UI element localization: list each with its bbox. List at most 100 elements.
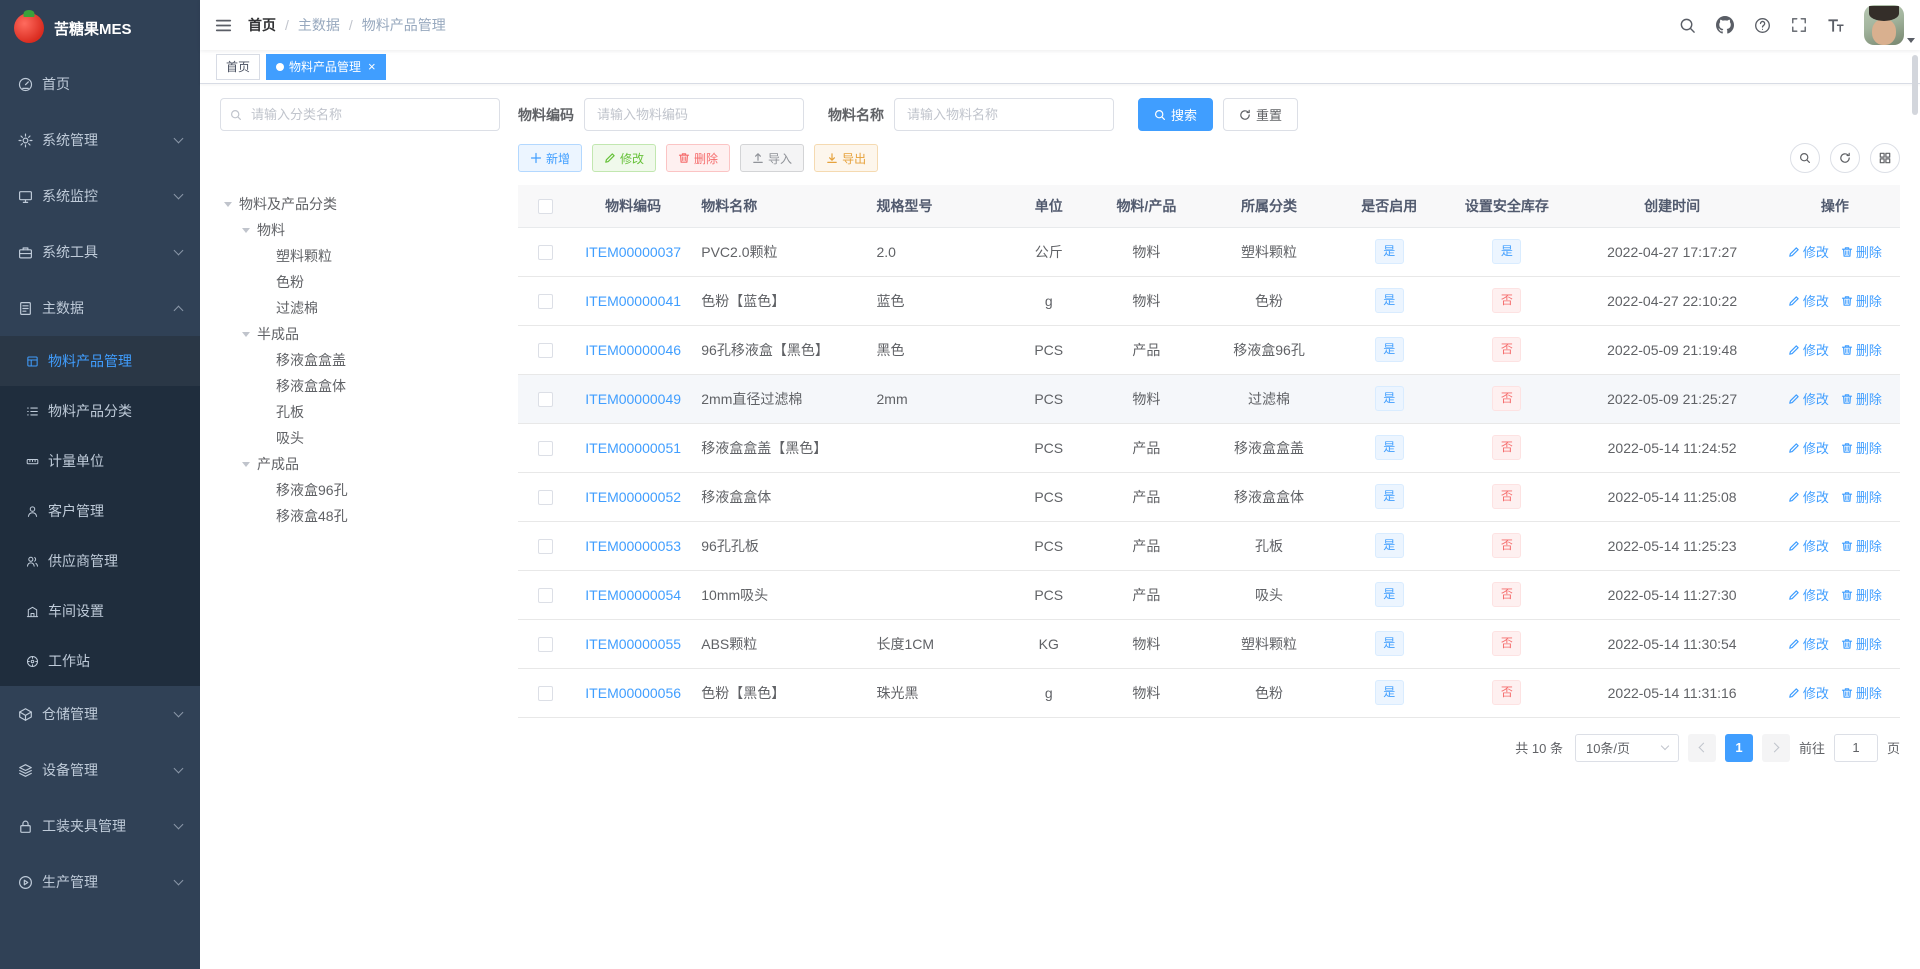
select-all-checkbox[interactable] [538,199,554,215]
row-checkbox[interactable] [538,587,554,603]
sidebar-item-production[interactable]: 生产管理 [0,854,200,910]
caret-down-icon[interactable] [242,227,250,237]
row-delete-link[interactable]: 删除 [1841,487,1882,506]
import-button[interactable]: 导入 [740,144,805,172]
toggle-search-button[interactable] [1790,143,1820,173]
row-checkbox[interactable] [538,293,554,309]
add-button[interactable]: 新增 [518,144,583,172]
row-checkbox[interactable] [538,391,554,407]
help-icon[interactable] [1744,0,1781,50]
material-code-link[interactable]: ITEM00000051 [585,440,681,456]
row-checkbox[interactable] [538,342,554,358]
row-edit-link[interactable]: 修改 [1788,683,1829,702]
row-edit-link[interactable]: 修改 [1788,634,1829,653]
material-code-link[interactable]: ITEM00000056 [585,685,681,701]
tree-node[interactable]: 移液盒48孔 [220,503,500,529]
row-edit-link[interactable]: 修改 [1788,242,1829,261]
page-1-button[interactable]: 1 [1724,733,1753,762]
row-checkbox[interactable] [538,538,554,554]
material-code-link[interactable]: ITEM00000049 [585,391,681,407]
material-code-link[interactable]: ITEM00000054 [585,587,681,603]
sidebar-item-customer-mgmt[interactable]: 客户管理 [0,486,200,536]
search-button[interactable]: 搜索 [1138,98,1214,131]
row-delete-link[interactable]: 删除 [1841,389,1882,408]
sidebar-item-equipment[interactable]: 设备管理 [0,742,200,798]
goto-page-input[interactable] [1833,733,1878,762]
logo[interactable]: 苦糖果MES [0,0,200,56]
tab-home[interactable]: 首页 [216,53,261,80]
material-name-input[interactable] [894,98,1114,131]
delete-button[interactable]: 删除 [666,144,731,172]
sidebar-item-warehouse[interactable]: 仓储管理 [0,686,200,742]
sidebar-item-supplier-mgmt[interactable]: 供应商管理 [0,536,200,586]
row-edit-link[interactable]: 修改 [1788,389,1829,408]
row-edit-link[interactable]: 修改 [1788,291,1829,310]
edit-button[interactable]: 修改 [592,144,657,172]
row-delete-link[interactable]: 删除 [1841,585,1882,604]
export-button[interactable]: 导出 [814,144,879,172]
tree-node[interactable]: 孔板 [220,399,500,425]
material-code-link[interactable]: ITEM00000046 [585,342,681,358]
tree-node[interactable]: 移液盒96孔 [220,477,500,503]
row-delete-link[interactable]: 删除 [1841,242,1882,261]
row-checkbox[interactable] [538,489,554,505]
row-edit-link[interactable]: 修改 [1788,340,1829,359]
tree-node[interactable]: 产成品 [220,451,500,477]
columns-button[interactable] [1870,143,1900,173]
sidebar-item-material-product-mgmt[interactable]: 物料产品管理 [0,336,200,386]
category-search-input[interactable] [220,98,500,131]
page-size-select[interactable]: 10条/页 [1574,733,1679,762]
material-code-link[interactable]: ITEM00000053 [585,538,681,554]
sidebar-item-system[interactable]: 系统管理 [0,112,200,168]
prev-page-button[interactable] [1687,733,1716,762]
caret-down-icon[interactable] [242,331,250,341]
sidebar-item-workshop-setting[interactable]: 车间设置 [0,586,200,636]
github-icon[interactable] [1706,0,1744,50]
sidebar-item-workstation[interactable]: 工作站 [0,636,200,686]
row-delete-link[interactable]: 删除 [1841,634,1882,653]
sidebar-item-masterdata[interactable]: 主数据 [0,280,200,336]
row-checkbox[interactable] [538,685,554,701]
sidebar-item-fixture[interactable]: 工装夹具管理 [0,798,200,854]
avatar[interactable] [1864,5,1904,45]
row-delete-link[interactable]: 删除 [1841,683,1882,702]
row-edit-link[interactable]: 修改 [1788,487,1829,506]
row-checkbox[interactable] [538,636,554,652]
tree-node[interactable]: 移液盒盒体 [220,373,500,399]
row-edit-link[interactable]: 修改 [1788,438,1829,457]
tree-node[interactable]: 移液盒盒盖 [220,347,500,373]
material-code-link[interactable]: ITEM00000055 [585,636,681,652]
tree-node[interactable]: 半成品 [220,321,500,347]
row-checkbox[interactable] [538,244,554,260]
fullscreen-icon[interactable] [1781,0,1817,50]
row-delete-link[interactable]: 删除 [1841,438,1882,457]
refresh-button[interactable] [1830,143,1860,173]
font-size-icon[interactable] [1817,0,1854,50]
caret-down-icon[interactable] [224,201,232,211]
material-code-link[interactable]: ITEM00000037 [585,244,681,260]
sidebar-item-measure-unit[interactable]: 计量单位 [0,436,200,486]
row-delete-link[interactable]: 删除 [1841,340,1882,359]
caret-down-icon[interactable] [242,461,250,471]
sidebar-item-material-product-category[interactable]: 物料产品分类 [0,386,200,436]
close-icon[interactable]: × [368,60,376,73]
sidebar-item-home[interactable]: 首页 [0,56,200,112]
tab-material-product-mgmt[interactable]: 物料产品管理 × [266,53,386,80]
search-icon[interactable] [1669,0,1706,50]
tree-node[interactable]: 过滤棉 [220,295,500,321]
sidebar-item-tools[interactable]: 系统工具 [0,224,200,280]
row-delete-link[interactable]: 删除 [1841,291,1882,310]
material-code-input[interactable] [584,98,804,131]
sidebar-item-monitor[interactable]: 系统监控 [0,168,200,224]
material-code-link[interactable]: ITEM00000041 [585,293,681,309]
row-edit-link[interactable]: 修改 [1788,585,1829,604]
row-edit-link[interactable]: 修改 [1788,536,1829,555]
tree-node[interactable]: 色粉 [220,269,500,295]
tree-node[interactable]: 吸头 [220,425,500,451]
row-checkbox[interactable] [538,440,554,456]
breadcrumb-item[interactable]: 首页 [248,15,276,35]
reset-button[interactable]: 重置 [1223,98,1299,131]
tree-node[interactable]: 物料及产品分类 [220,191,500,217]
hamburger-icon[interactable] [200,0,246,50]
next-page-button[interactable] [1761,733,1790,762]
